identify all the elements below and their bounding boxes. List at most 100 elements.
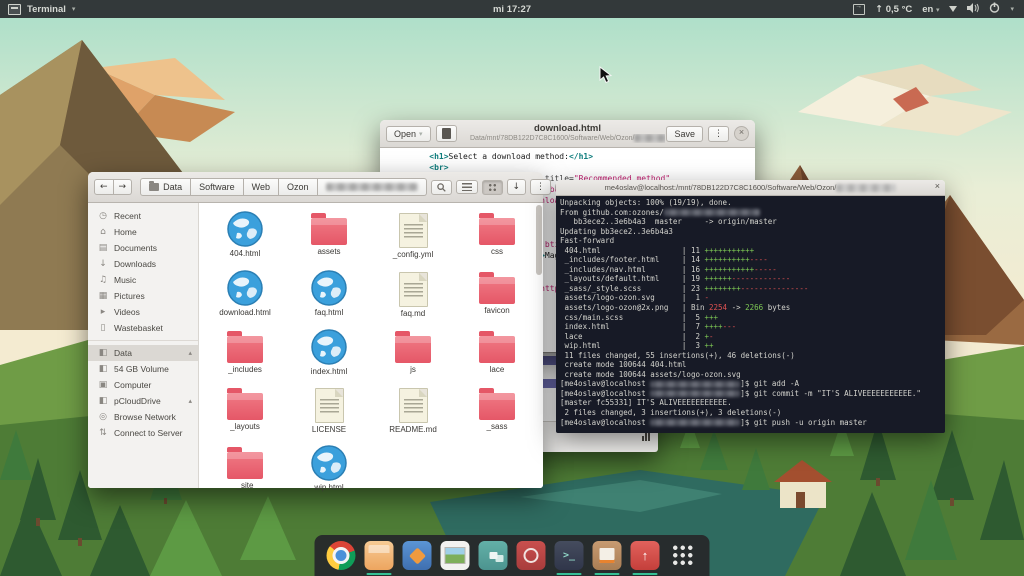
new-document-button[interactable] [436,125,457,142]
dock-item-chrome[interactable] [327,541,356,570]
dock-item-terminal[interactable]: >_ [555,541,584,570]
sidebar-item-label: Downloads [114,259,156,269]
close-button[interactable]: × [935,181,940,191]
grid-view-button[interactable] [482,180,503,195]
sidebar-item-browse-network[interactable]: ◎Browse Network [88,409,198,425]
dock-item-app-grid[interactable] [669,541,698,570]
sidebar-item-home[interactable]: ⌂Home [88,224,198,240]
volume-icon[interactable] [967,3,979,16]
sidebar-item-downloads[interactable]: ↓Downloads [88,256,198,272]
dock-item-transmission[interactable]: ↑ [631,541,660,570]
disk-icon: ◧ [98,348,108,358]
menu-button[interactable]: ⋮ [530,179,551,195]
file-item[interactable]: css [455,211,539,260]
file-item[interactable]: _includes [203,329,287,377]
file-item[interactable]: _config.yml [371,211,455,260]
sidebar-item-documents[interactable]: ▤Documents [88,240,198,256]
file-item[interactable]: faq.html [287,270,371,319]
file-label: faq.md [401,310,425,319]
breadcrumb-item[interactable] [318,178,427,196]
dock-item-photos[interactable] [441,541,470,570]
tray-icon[interactable] [853,4,865,15]
breadcrumb-item[interactable]: Web [244,178,279,196]
breadcrumb-item[interactable]: Software [191,178,244,196]
file-item[interactable]: lace [455,329,539,377]
search-button[interactable] [431,180,452,195]
file-item[interactable]: download.html [203,270,287,319]
sidebar-item-videos[interactable]: ▸Videos [88,304,198,320]
file-item[interactable]: _site [203,445,287,493]
redacted-path [634,134,665,142]
keyboard-layout-indicator[interactable]: en ▾ [922,4,939,15]
photos-icon [441,541,470,570]
dock-item-files[interactable] [365,541,394,570]
transmission-icon: ↑ [631,541,660,570]
file-item[interactable]: 404.html [203,211,287,260]
app-menu[interactable]: Terminal ▾ [0,4,75,15]
chrome-icon [327,541,356,570]
file-item[interactable]: js [371,329,455,377]
save-button[interactable]: Save [666,126,703,142]
breadcrumb-label: Ozon [287,182,309,192]
file-item[interactable]: _layouts [203,386,287,435]
file-item[interactable]: LICENSE [287,386,371,435]
text-line: 2 files changed, 3 insertions(+), 3 dele… [560,408,941,418]
text-line: create mode 100644 404.html [560,360,941,370]
document-icon [399,213,428,248]
keyboard-layout-label: en [922,4,933,15]
temp-arrow-icon: ↑ [875,4,883,15]
file-item[interactable]: README.md [371,386,455,435]
file-label: js [410,366,416,375]
terminal-header-bar[interactable]: me4oslav@localhost:/mnt/78DB122D7C8C1600… [556,180,945,196]
network-icon[interactable] [949,6,957,12]
eject-icon[interactable]: ▴ [188,397,192,405]
sidebar-item-wastebasket[interactable]: ▯Wastebasket [88,320,198,336]
file-label: lace [490,366,505,375]
computer-icon: ▣ [98,380,108,390]
file-item[interactable]: _sass [455,386,539,435]
dock: >_ ↑ [315,535,710,576]
file-item[interactable]: favicon [455,270,539,319]
eject-icon[interactable]: ▴ [188,349,192,357]
dock-item-editor[interactable] [593,541,622,570]
file-item[interactable]: assets [287,211,371,260]
file-grid-area[interactable]: 404.htmlassets_config.ymlcss download.htm… [199,203,543,488]
top-bar: Terminal ▾ mi 17:27 ↑ 0,5 °C en ▾ ▾ [0,0,1024,18]
menu-button[interactable]: ⋮ [708,126,729,142]
sidebar-item-54-gb-volume[interactable]: ◧54 GB Volume [88,361,198,377]
sidebar-item-connect-to-server[interactable]: ⇅Connect to Server [88,425,198,441]
folder-icon [479,218,515,245]
dock-item-messenger[interactable] [479,541,508,570]
breadcrumb-item[interactable]: Data [140,178,191,196]
power-icon[interactable] [989,2,1000,16]
html-globe-icon [311,270,347,306]
breadcrumb-label: Data [163,182,182,192]
sidebar-item-music[interactable]: ♫Music [88,272,198,288]
terminal-output[interactable]: Unpacking objects: 100% (19/19), done.Fr… [556,196,945,433]
file-manager-header-bar[interactable]: ← → DataSoftwareWebOzon ↓ ⋮ × [88,172,543,203]
download-action-button[interactable]: ↓ [507,179,527,195]
document-icon [315,388,344,423]
open-button[interactable]: Open ▾ [386,126,431,142]
file-item[interactable]: faq.md [371,270,455,319]
temperature-indicator[interactable]: ↑ 0,5 °C [875,4,912,15]
sidebar-item-computer[interactable]: ▣Computer [88,377,198,393]
dock-item-software[interactable] [403,541,432,570]
scrollbar[interactable] [536,205,542,275]
back-button[interactable]: ← [94,179,114,195]
sidebar-item-label: Pictures [114,291,145,301]
folder-icon [479,277,515,304]
editor-header-bar[interactable]: Open ▾ download.html Data/mnt/78DB122D7C… [380,120,755,148]
sidebar-item-pictures[interactable]: ▦Pictures [88,288,198,304]
file-item[interactable]: index.html [287,329,371,377]
sidebar-item-pclouddrive[interactable]: ◧pCloudDrive▴ [88,393,198,409]
text-line: css/main.scss | 5 +++ [560,313,941,323]
list-view-button[interactable] [456,180,478,194]
close-button[interactable]: × [734,126,749,141]
sidebar-item-data[interactable]: ◧Data▴ [88,345,198,361]
forward-button[interactable]: → [114,179,133,195]
breadcrumb-item[interactable]: Ozon [279,178,318,196]
dock-item-media[interactable] [517,541,546,570]
file-item[interactable]: wip.html [287,445,371,493]
sidebar-item-recent[interactable]: ◷Recent [88,208,198,224]
